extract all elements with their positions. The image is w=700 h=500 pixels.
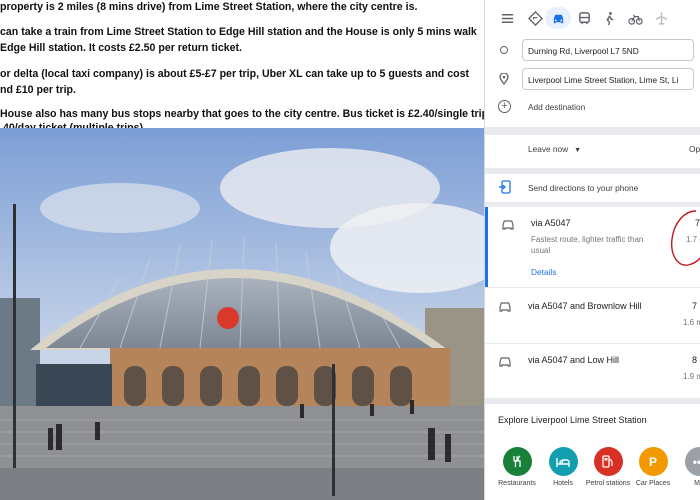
route-option-2[interactable]: via A5047 and Brownlow Hill 7 1.6 m: [485, 288, 700, 343]
destination-input[interactable]: Liverpool Lime Street Station, Lime St, …: [522, 68, 694, 90]
send-to-phone-icon: [499, 180, 511, 194]
article-panel: property is 2 miles (8 mins drive) from …: [0, 0, 484, 500]
station-photo: [0, 128, 484, 500]
category-label: Restaurants: [498, 480, 536, 487]
car-icon: [502, 220, 514, 230]
article-line: can take a train from Lime Street Statio…: [0, 26, 477, 38]
send-directions-button[interactable]: Send directions to your phone: [499, 180, 699, 196]
car-icon: [499, 357, 511, 367]
origin-dot-icon: [500, 46, 508, 54]
add-destination-button[interactable]: + Add destination: [498, 100, 698, 116]
route-description: Fastest route, lighter traffic than usua…: [531, 235, 644, 255]
travel-mode-bar: [485, 7, 700, 29]
category-restaurants[interactable]: Restaurants: [492, 447, 542, 488]
route-name: via A5047 and Low Hill: [528, 355, 620, 365]
article-line: nd £10 per trip.: [0, 84, 76, 96]
route-distance: 1.9 m: [683, 372, 700, 381]
restaurant-icon: [502, 447, 532, 476]
category-label: Mo: [694, 480, 700, 487]
hand-drawn-circle-annotation: [671, 210, 700, 266]
flight-icon[interactable]: [650, 7, 672, 29]
article-line: property is 2 miles (8 mins drive) from …: [0, 1, 418, 13]
article-line: Edge Hill station. It costs £2.50 per re…: [0, 42, 242, 54]
car-icon: [499, 302, 511, 312]
leave-now-label: Leave now: [528, 144, 569, 154]
route-details-link[interactable]: Details: [531, 267, 556, 277]
category-more[interactable]: ••• Mo: [674, 447, 700, 488]
route-time: 8: [692, 355, 698, 365]
article-line: House also has many bus stops nearby tha…: [0, 108, 484, 120]
route-option-3[interactable]: via A5047 and Low Hill 8 1.9 m: [485, 344, 700, 398]
route-distance: 1.6 m: [683, 318, 700, 327]
car-icon[interactable]: [545, 7, 571, 29]
route-name: via A5047: [531, 218, 571, 228]
category-petrol-stations[interactable]: Petrol stations: [583, 447, 633, 488]
plus-icon: +: [498, 100, 511, 113]
best-route-icon[interactable]: [524, 7, 546, 29]
more-icon: •••: [684, 447, 700, 476]
menu-icon[interactable]: [496, 7, 518, 29]
send-directions-label: Send directions to your phone: [528, 183, 639, 193]
article-line: or delta (local taxi company) is about £…: [0, 68, 469, 80]
transit-icon[interactable]: [573, 7, 595, 29]
options-button[interactable]: Op: [689, 144, 700, 154]
category-label: Car Places: [635, 480, 671, 487]
article-paragraph-3: or delta (local taxi company) is about £…: [0, 67, 484, 97]
category-label: Hotels: [553, 480, 573, 487]
article-paragraph-1: property is 2 miles (8 mins drive) from …: [0, 0, 484, 14]
leave-now-dropdown[interactable]: Leave now ▼: [528, 144, 581, 154]
explore-title: Explore Liverpool Lime Street Station: [498, 415, 647, 425]
hotel-icon: [548, 447, 578, 476]
divider: [485, 168, 700, 174]
origin-input[interactable]: Durning Rd, Liverpool L7 5ND: [522, 39, 694, 61]
caret-down-icon: ▼: [574, 147, 582, 154]
route-time: 7: [692, 301, 698, 311]
destination-pin-icon: [499, 73, 509, 85]
category-car-places[interactable]: P Car Places: [628, 447, 678, 488]
parking-icon: P: [638, 447, 668, 476]
category-hotels[interactable]: Hotels: [538, 447, 588, 488]
article-paragraph-2: can take a train from Lime Street Statio…: [0, 25, 484, 55]
bike-icon[interactable]: [624, 7, 646, 29]
divider: [485, 127, 700, 135]
divider: [485, 398, 700, 404]
route-name: via A5047 and Brownlow Hill: [528, 301, 642, 311]
walk-icon[interactable]: [598, 7, 620, 29]
maps-directions-panel: Durning Rd, Liverpool L7 5ND Liverpool L…: [484, 0, 700, 500]
petrol-pump-icon: [593, 447, 623, 476]
add-destination-label: Add destination: [528, 102, 586, 112]
route-option-1[interactable]: via A5047 Fastest route, lighter traffic…: [485, 207, 700, 287]
category-label: Petrol stations: [585, 480, 631, 487]
